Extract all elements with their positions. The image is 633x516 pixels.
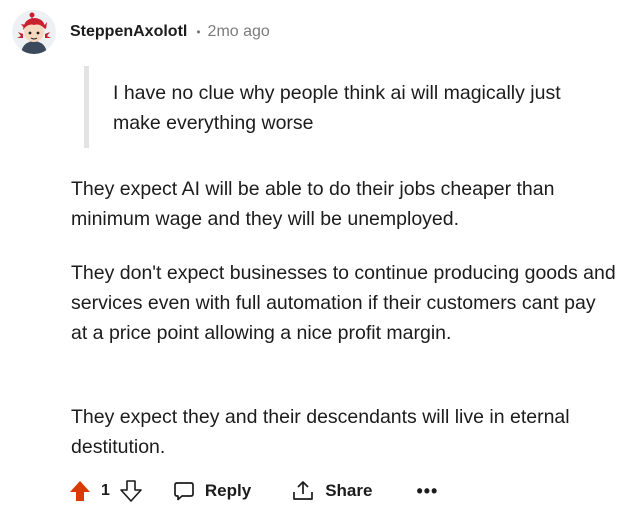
- blockquote: I have no clue why people think ai will …: [84, 66, 584, 148]
- comment-timestamp[interactable]: 2mo ago: [208, 23, 270, 41]
- more-dots-icon[interactable]: •••: [416, 481, 438, 502]
- share-icon: [293, 481, 314, 500]
- comment-action-bar: 1 Reply Share •••: [68, 475, 438, 507]
- share-label: Share: [325, 481, 373, 500]
- comment: SteppenAxolotl • 2mo ago I have no clue …: [0, 0, 633, 516]
- downvote-arrow-icon[interactable]: [119, 479, 143, 503]
- reply-button[interactable]: Reply: [173, 480, 251, 502]
- reply-label: Reply: [204, 481, 252, 500]
- meta-separator: •: [196, 25, 201, 39]
- comment-paragraph: They expect AI will be able to do their …: [71, 178, 555, 230]
- vote-score: 1: [101, 482, 110, 499]
- comment-paragraph: They expect they and their descendants w…: [71, 406, 570, 458]
- username[interactable]: SteppenAxolotl: [70, 23, 187, 41]
- upvote-arrow-icon[interactable]: [68, 479, 92, 503]
- vote-controls: 1: [68, 479, 143, 503]
- avatar[interactable]: [12, 10, 56, 54]
- share-button[interactable]: Share: [291, 479, 372, 503]
- comment-header: SteppenAxolotl • 2mo ago: [12, 8, 270, 56]
- comment-paragraph: They don't expect businesses to continue…: [71, 262, 616, 344]
- speech-bubble-icon: [174, 482, 194, 501]
